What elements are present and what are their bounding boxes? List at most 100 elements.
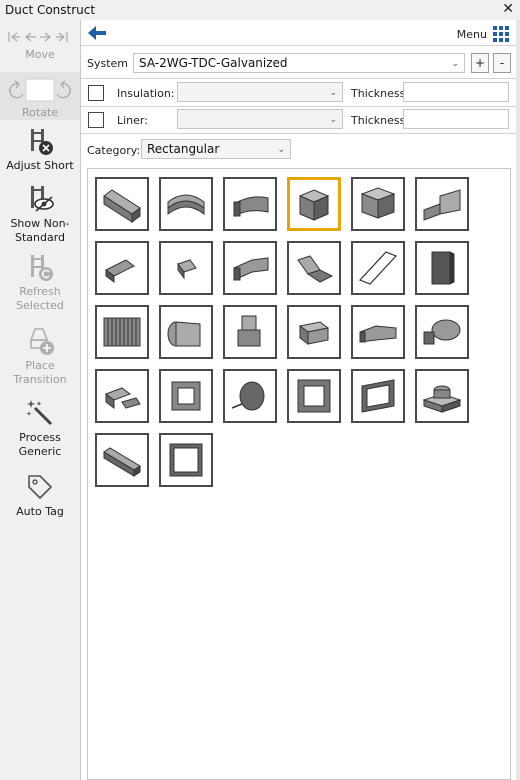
tool-panel: Move Rotate Adjust Short Show Non-Standa…	[0, 20, 80, 780]
fitting-tile-radius-elbow[interactable]	[159, 177, 213, 231]
fitting-tile-round-damper[interactable]	[223, 369, 277, 423]
flex-duct-icon	[103, 317, 141, 347]
fitting-tile-small-connector[interactable]	[159, 241, 213, 295]
place-transition-icon	[29, 328, 54, 355]
liner-thickness-input[interactable]	[403, 109, 509, 129]
plenum-box-icon	[360, 187, 396, 219]
long-straight-duct-icon	[103, 447, 141, 477]
insulation-checkbox[interactable]	[88, 85, 104, 101]
fitting-tile-square-collar[interactable]	[287, 369, 341, 423]
auto-tag-label: Auto Tag	[16, 505, 64, 518]
wye-branch-icon	[233, 257, 269, 281]
damper-tee-icon	[104, 387, 141, 409]
fitting-tile-round-to-rect[interactable]	[159, 305, 213, 359]
rotate-tool: Rotate	[0, 72, 80, 120]
boot-fitting-icon	[237, 315, 261, 347]
end-cap-icon	[431, 251, 455, 285]
chevron-down-icon: ⌄	[277, 145, 285, 155]
add-system-button[interactable]: +	[471, 53, 489, 73]
adjust-short-icon	[31, 129, 53, 155]
angled-takeoff-icon	[105, 259, 135, 283]
flat-panel-icon	[358, 251, 398, 285]
refresh-selected-button[interactable]: Refresh Selected	[0, 252, 80, 313]
square-box-icon	[298, 189, 330, 221]
straight-duct-icon	[103, 189, 141, 223]
show-non-standard-button[interactable]: Show Non-Standard	[0, 184, 80, 245]
top-bar: Menu	[81, 20, 517, 44]
back-arrow-icon[interactable]	[88, 26, 106, 40]
adjust-short-label: Adjust Short	[6, 159, 74, 172]
move-label: Move	[25, 48, 55, 61]
refresh-selected-icon	[31, 255, 53, 281]
fitting-tile-transition-box[interactable]	[287, 305, 341, 359]
fitting-tile-square-frame[interactable]	[159, 369, 213, 423]
fitting-tile-damper-tee[interactable]	[95, 369, 149, 423]
fitting-tile-flat-panel[interactable]	[351, 241, 405, 295]
fitting-tile-offset-transition[interactable]	[415, 177, 469, 231]
insulation-thickness-input[interactable]	[403, 82, 509, 102]
chevron-down-icon: ⌄	[329, 115, 337, 125]
fitting-tile-round-takeoff-box[interactable]	[415, 369, 469, 423]
liner-checkbox[interactable]	[88, 112, 104, 128]
offset-transition-icon	[423, 189, 461, 221]
divider	[81, 45, 517, 46]
title-bar: Duct Construct ✕	[0, 0, 520, 20]
menu-grid-icon[interactable]	[493, 26, 509, 42]
system-value: SA-2WG-TDC-Galvanized	[139, 56, 288, 70]
move-arrows-icon	[8, 32, 68, 42]
divider	[81, 106, 517, 107]
fitting-tile-curved-elbow[interactable]	[223, 177, 277, 231]
refresh-selected-label: Refresh Selected	[16, 285, 64, 312]
liner-thickness-label: Thickness:	[351, 114, 410, 127]
place-transition-button[interactable]: Place Transition	[0, 326, 80, 387]
rotate-controls-icon	[9, 78, 71, 102]
fitting-tile-tee-branch[interactable]	[415, 305, 469, 359]
fitting-tile-end-cap[interactable]	[415, 241, 469, 295]
scrollbar[interactable]	[516, 20, 520, 780]
auto-tag-button[interactable]: Auto Tag	[0, 472, 80, 519]
fitting-tile-straight-duct[interactable]	[95, 177, 149, 231]
fitting-tile-flange-frame[interactable]	[159, 433, 213, 487]
radius-elbow-icon	[167, 194, 205, 216]
reducer-icon	[359, 325, 397, 343]
category-select[interactable]: Rectangular ⌄	[141, 139, 291, 159]
tee-branch-icon	[423, 319, 461, 345]
round-to-rect-icon	[167, 321, 201, 347]
remove-system-button[interactable]: -	[493, 53, 511, 73]
system-select[interactable]: SA-2WG-TDC-Galvanized ⌄	[133, 53, 465, 73]
fitting-tile-plenum-box[interactable]	[351, 177, 405, 231]
fitting-tile-long-straight-duct[interactable]	[95, 433, 149, 487]
insulation-label: Insulation:	[117, 87, 175, 100]
fitting-tile-boot-fitting[interactable]	[223, 305, 277, 359]
move-tool: Move	[0, 30, 80, 62]
fitting-tile-access-door[interactable]	[351, 369, 405, 423]
fitting-tile-square-box[interactable]	[287, 177, 341, 231]
fitting-grid	[87, 168, 511, 780]
close-icon[interactable]: ✕	[502, 1, 514, 17]
tag-icon	[28, 475, 52, 499]
liner-select[interactable]: ⌄	[177, 109, 343, 129]
show-non-standard-label: Show Non-Standard	[10, 217, 70, 244]
small-connector-icon	[177, 259, 197, 280]
system-label: System	[87, 57, 129, 70]
rotate-label: Rotate	[21, 106, 58, 119]
chevron-down-icon: ⌄	[329, 88, 337, 98]
fitting-tile-angled-takeoff[interactable]	[95, 241, 149, 295]
flange-frame-icon	[169, 443, 203, 477]
divider	[81, 78, 517, 79]
fitting-tile-offset-elbow[interactable]	[287, 241, 341, 295]
round-takeoff-box-icon	[422, 385, 462, 413]
insulation-select[interactable]: ⌄	[177, 82, 343, 102]
window-title: Duct Construct	[5, 3, 96, 17]
fitting-tile-reducer[interactable]	[351, 305, 405, 359]
chevron-down-icon: ⌄	[451, 59, 459, 69]
fitting-tile-wye-branch[interactable]	[223, 241, 277, 295]
liner-label: Liner:	[117, 114, 148, 127]
divider	[81, 133, 517, 134]
insulation-thickness-label: Thickness:	[351, 87, 410, 100]
curved-elbow-icon	[233, 196, 269, 217]
fitting-tile-flex-duct[interactable]	[95, 305, 149, 359]
adjust-short-button[interactable]: Adjust Short	[0, 126, 80, 173]
process-generic-button[interactable]: Process Generic	[0, 398, 80, 459]
menu-label[interactable]: Menu	[457, 28, 487, 41]
